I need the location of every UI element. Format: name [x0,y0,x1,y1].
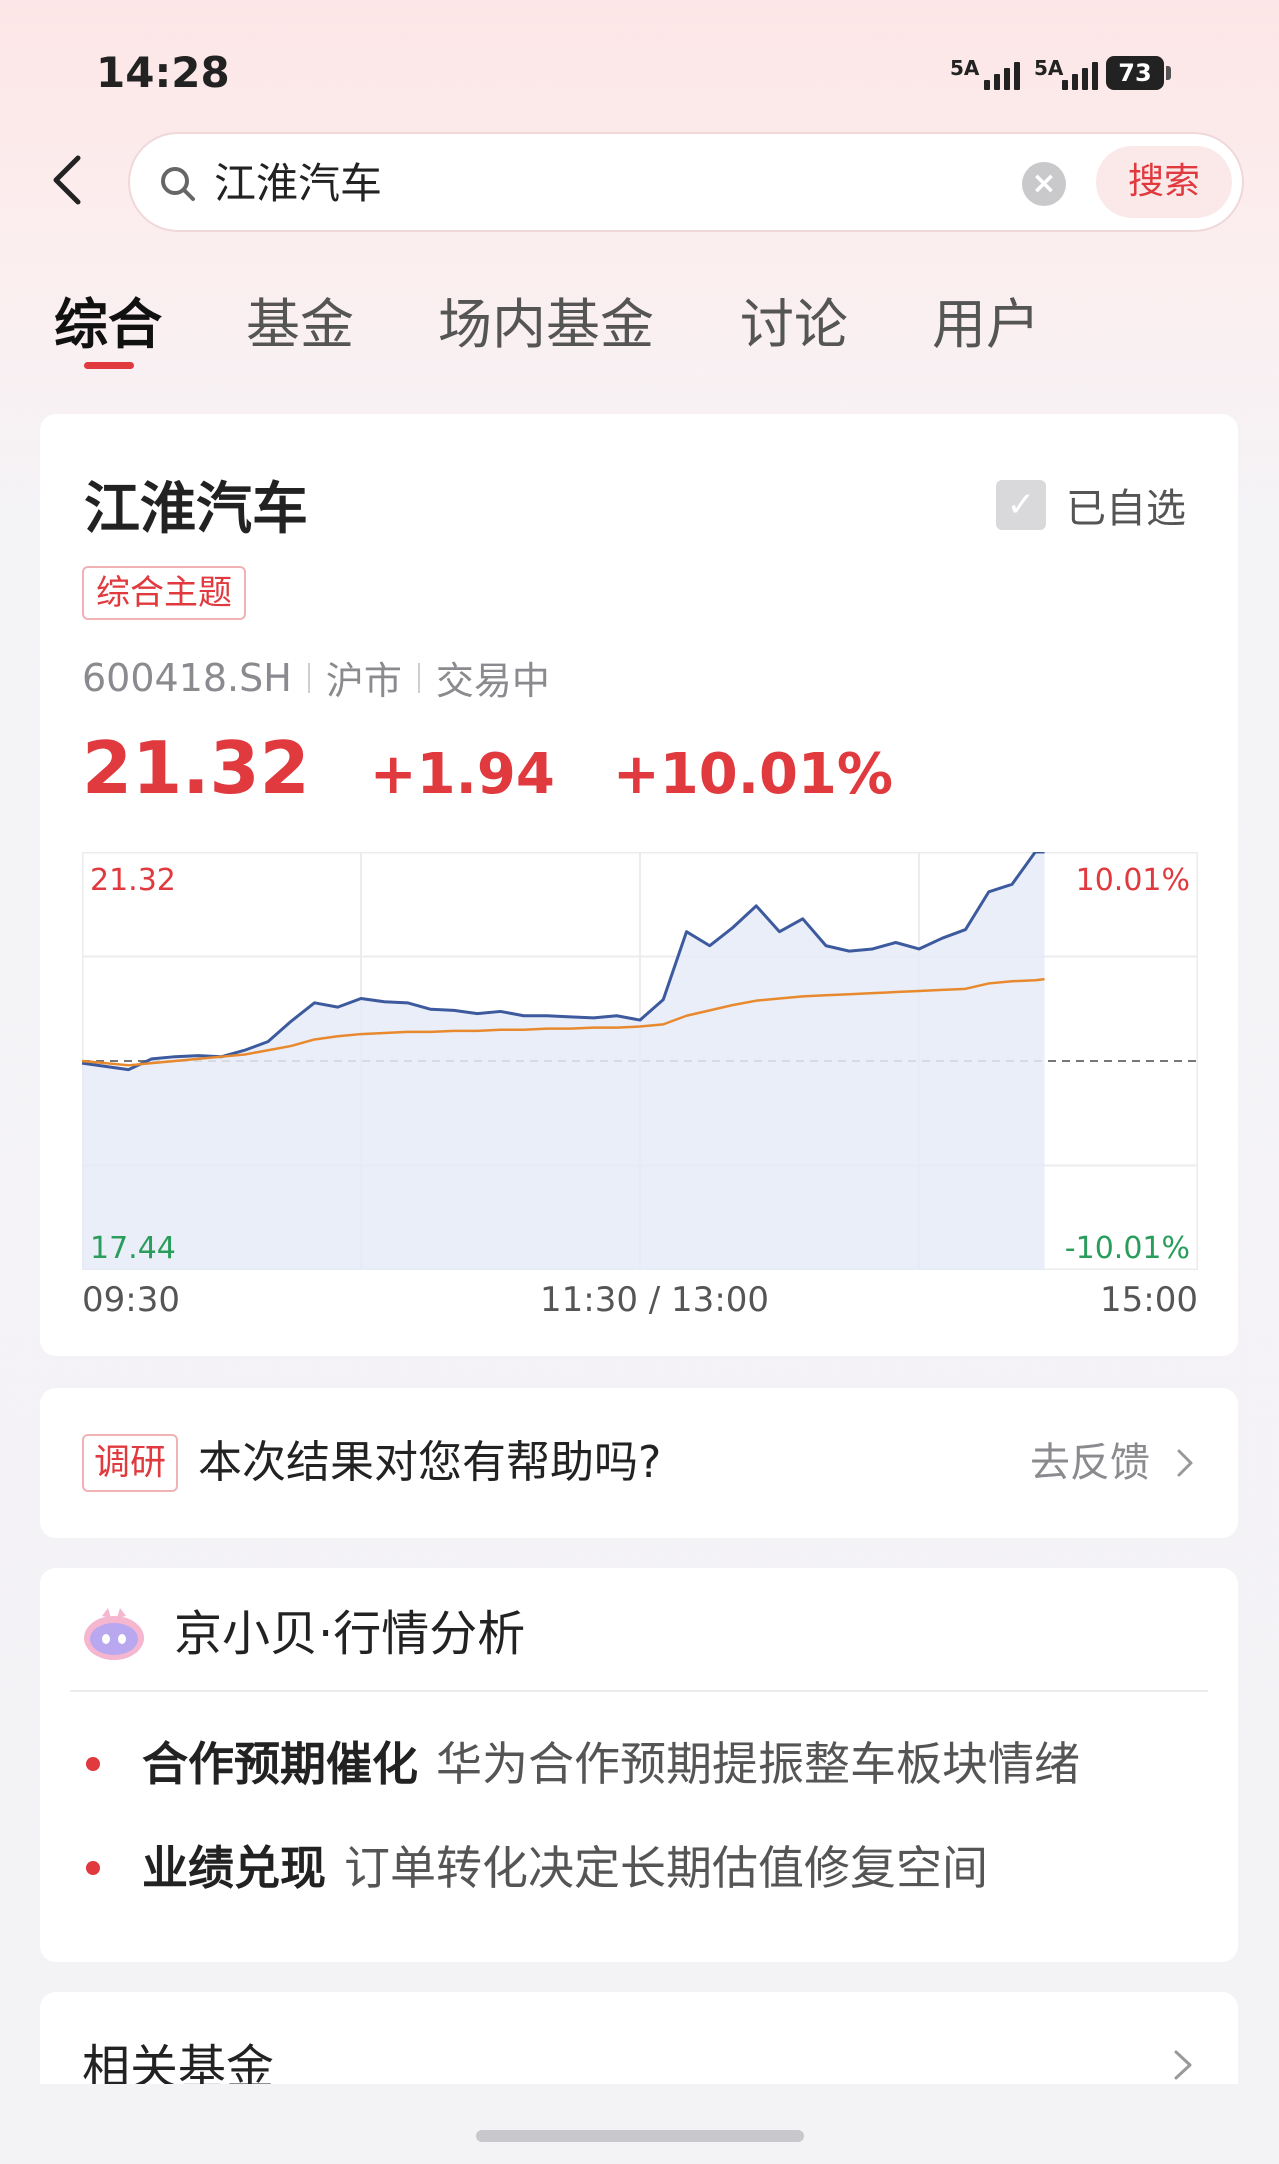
home-indicator[interactable] [476,2130,804,2142]
analysis-point: 业绩兑现 订单转化决定长期估值修复空间 [86,1838,988,1898]
price-change: +1.94 [369,742,555,807]
chart-x-axis: 09:30 11:30 / 13:00 15:00 [82,1280,1198,1330]
point-heading: 业绩兑现 [142,1841,326,1895]
search-button[interactable]: 搜索 [1096,146,1232,218]
stock-code: 600418.SH [82,655,292,700]
tab-discussion[interactable]: 讨论 [740,280,848,359]
bullet-dot [86,1861,100,1875]
theme-tag[interactable]: 综合主题 [82,566,246,620]
stock-market: 沪市 [325,659,402,703]
x-tick-label: 11:30 / 13:00 [540,1280,770,1320]
analysis-point: 合作预期催化 华为合作预期提振整车板块情绪 [86,1734,1080,1794]
meta-divider [417,662,420,693]
battery-tip [1166,66,1171,80]
market-analysis-card[interactable]: 京小贝·行情分析 合作预期催化 华为合作预期提振整车板块情绪 业绩兑现 订单转化… [40,1568,1238,1962]
search-input[interactable]: 江淮汽车 [214,158,382,210]
y-min-label: 17.44 [90,1231,176,1266]
watchlist-toggle[interactable]: ✓ 已自选 [996,476,1186,534]
price-change-pct: +10.01% [612,742,894,807]
pct-min-label: -10.01% [1065,1231,1190,1266]
checkmark-icon: ✓ [996,480,1046,530]
back-arrow-icon[interactable] [40,150,100,210]
status-time: 14:28 [96,48,230,97]
ai-assistant-icon [84,1608,144,1660]
search-bar[interactable]: 江淮汽车 × 搜索 [128,132,1244,232]
tab-users[interactable]: 用户 [932,280,1040,359]
clear-icon[interactable]: × [1022,162,1066,206]
active-tab-indicator [84,362,134,369]
battery-icon: 73 [1106,56,1164,90]
analysis-title: 京小贝·行情分析 [174,1606,526,1662]
x-tick-label: 09:30 [82,1280,180,1320]
network-type-2: 5A [1034,56,1064,80]
network-type-1: 5A [950,56,980,80]
point-heading: 合作预期催化 [142,1737,418,1791]
price-area [82,852,1045,1270]
survey-tag: 调研 [82,1434,179,1492]
y-max-label: 21.32 [90,863,176,898]
search-icon [161,167,195,201]
bottom-safe-area [0,2084,1279,2164]
result-tabs: 综合 基金 场内基金 讨论 用户 [0,280,1279,380]
feedback-card[interactable]: 调研 本次结果对您有帮助吗? 去反馈 [40,1388,1238,1538]
tab-fund[interactable]: 基金 [246,280,354,359]
point-body: 华为合作预期提振整车板块情绪 [436,1737,1080,1791]
status-bar: 14:28 5A 5A 73 [0,0,1279,140]
feedback-question: 本次结果对您有帮助吗? [198,1437,662,1488]
tab-exchange-fund[interactable]: 场内基金 [438,280,654,359]
chevron-right-icon[interactable] [1170,1448,1200,1478]
last-price: 21.32 [82,726,310,810]
tab-comprehensive[interactable]: 综合 [54,280,162,359]
stock-name: 江淮汽车 [84,477,308,542]
x-tick-label: 15:00 [1100,1280,1198,1320]
chevron-right-icon[interactable] [1166,2048,1200,2082]
divider [70,1690,1208,1692]
meta-divider [307,662,310,693]
signal-bars-2-icon [1062,58,1098,90]
stock-card[interactable]: 江淮汽车 ✓ 已自选 综合主题 600418.SH 沪市 交易中 21.32 +… [40,414,1238,1356]
quote-row: 21.32 +1.94 +10.01% [82,726,893,810]
intraday-chart[interactable]: 21.32 10.01% 17.44 -10.01% [82,852,1198,1270]
point-body: 订单转化决定长期估值修复空间 [344,1841,988,1895]
bullet-dot [86,1757,100,1771]
feedback-link[interactable]: 去反馈 [1030,1434,1150,1492]
signal-bars-1-icon [984,58,1020,90]
stock-meta: 600418.SH 沪市 交易中 [82,650,550,705]
pct-max-label: 10.01% [1076,863,1190,898]
trading-status: 交易中 [435,659,550,703]
watchlist-label: 已自选 [1066,486,1186,532]
